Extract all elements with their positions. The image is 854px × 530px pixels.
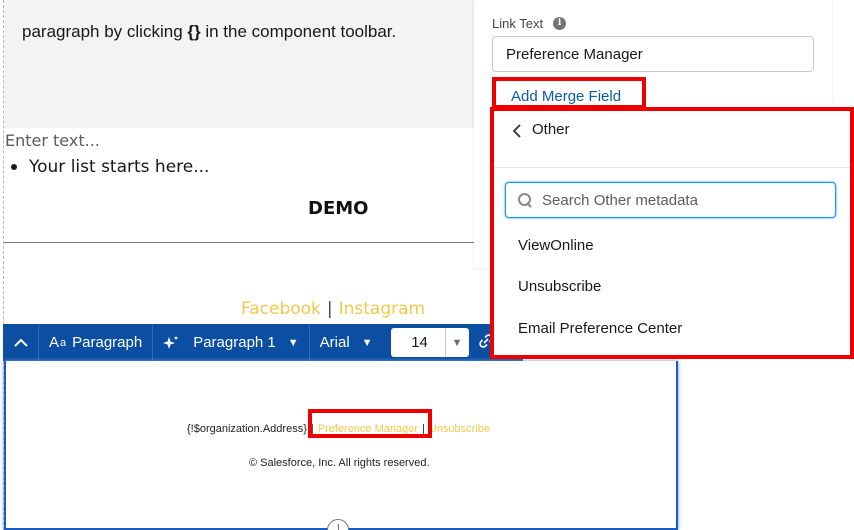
social-separator: | <box>326 299 333 319</box>
component-toolbar: Aa Paragraph Paragraph 1 ▼ Arial ▼ 14 ▼ <box>3 324 523 361</box>
add-merge-field-button[interactable]: Add Merge Field <box>492 77 646 109</box>
social-links: Facebook | Instagram <box>241 299 425 319</box>
link-text-input[interactable]: Preference Manager <box>492 36 814 72</box>
demo-heading[interactable]: DEMO <box>308 198 368 219</box>
list-item[interactable]: Your list starts here... <box>11 157 209 177</box>
link-text-label: Link Text i <box>492 16 567 31</box>
unsubscribe-link[interactable]: Unsubscribe <box>429 423 490 435</box>
chevron-down-icon[interactable]: ▼ <box>444 328 469 357</box>
dropdown-title: Other <box>532 121 570 138</box>
merge-field-dropdown: Other Search Other metadata ViewOnline U… <box>490 107 854 359</box>
text-style-label: Paragraph <box>72 334 143 351</box>
font-family-select[interactable]: Arial ▼ <box>310 324 383 361</box>
bullet-icon <box>11 164 17 170</box>
menu-item-email-preference-center[interactable]: Email Preference Center <box>518 320 682 337</box>
metadata-search-input[interactable]: Search Other metadata <box>505 182 836 218</box>
divider <box>4 242 474 243</box>
font-family-label: Arial <box>319 334 350 351</box>
facebook-link[interactable]: Facebook <box>241 299 321 319</box>
font-size-value: 14 <box>411 334 428 351</box>
chevron-down-icon: ▼ <box>361 336 373 349</box>
chevron-left-icon[interactable] <box>512 123 522 139</box>
paragraph-text: paragraph by clicking {} in the componen… <box>22 22 397 41</box>
enter-text-placeholder[interactable]: Enter text... <box>5 131 100 150</box>
copyright-text: © Salesforce, Inc. All rights reserved. <box>249 457 430 469</box>
sparkle-icon <box>163 335 179 349</box>
search-placeholder: Search Other metadata <box>542 191 698 209</box>
info-icon[interactable]: i <box>553 17 567 30</box>
menu-item-viewonline[interactable]: ViewOnline <box>518 237 594 254</box>
chevron-down-icon: ▼ <box>287 336 299 349</box>
collapse-toolbar-button[interactable] <box>3 324 39 361</box>
search-icon <box>518 193 532 207</box>
font-size-select[interactable]: 14 ▼ <box>390 328 469 357</box>
preference-manager-highlight <box>308 409 432 438</box>
paragraph-variant-select[interactable]: Paragraph 1 ▼ <box>153 324 310 361</box>
text-style-button[interactable]: Aa Paragraph <box>39 324 154 361</box>
paragraph-variant-label: Paragraph 1 <box>193 334 276 351</box>
footer-component[interactable] <box>4 361 678 530</box>
dropdown-header: Other <box>494 111 850 168</box>
text-style-icon: A <box>49 334 60 351</box>
instagram-link[interactable]: Instagram <box>339 299 426 319</box>
chevron-up-icon <box>13 338 28 347</box>
menu-item-unsubscribe[interactable]: Unsubscribe <box>518 278 601 295</box>
organization-address: {!$organization.Address} <box>187 423 307 435</box>
